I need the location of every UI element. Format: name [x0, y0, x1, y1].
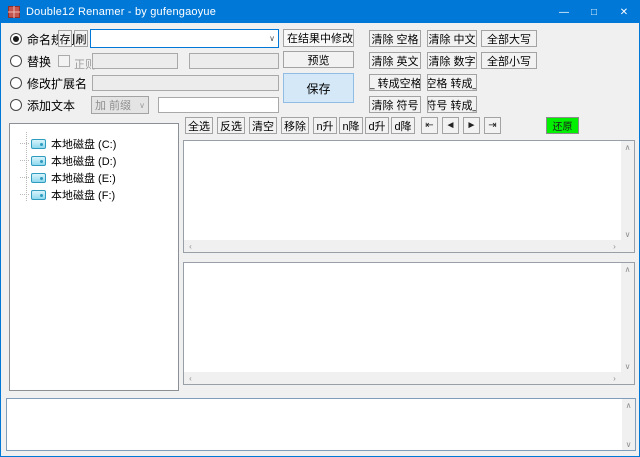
remove-item-button[interactable]: 移除	[281, 117, 309, 134]
chevron-down-icon: ∨	[353, 34, 354, 43]
result-list[interactable]: ∧ ∨ ‹ ›	[183, 262, 635, 385]
minimize-button[interactable]: —	[549, 1, 579, 23]
extension-input[interactable]	[92, 75, 279, 91]
maximize-button[interactable]: □	[579, 1, 609, 23]
replace-find-input[interactable]	[92, 53, 178, 69]
scroll-up-icon[interactable]: ∧	[622, 399, 635, 411]
uppercase-all-button[interactable]: 全部大写	[481, 30, 537, 47]
clear-spaces-button[interactable]: 清除 空格	[369, 30, 421, 47]
addtext-mode-value: 加 前缀	[95, 100, 132, 112]
radio-add-text-label: 添加文本	[27, 98, 76, 113]
sort-name-desc-button[interactable]: n降	[339, 117, 363, 134]
chevron-down-icon: ∨	[269, 34, 275, 43]
tree-item-label: 本地磁盘 (D:)	[51, 155, 117, 168]
scroll-down-icon[interactable]: ∨	[621, 228, 634, 240]
scroll-left-icon[interactable]: ‹	[184, 240, 197, 252]
log-area[interactable]: ∧ ∨	[6, 398, 636, 451]
symbol-to-underscore-button[interactable]: 符号 转成_	[427, 96, 477, 113]
chevron-down-icon: ∨	[139, 100, 145, 110]
sort-name-asc-button[interactable]: n升	[313, 117, 337, 134]
sort-date-desc-button[interactable]: d降	[391, 117, 415, 134]
radio-change-extension-label: 修改扩展名	[27, 76, 88, 91]
scrollbar-corner	[621, 372, 634, 384]
drive-icon	[31, 138, 46, 149]
space-to-underscore-button[interactable]: 空格 转成_	[427, 74, 477, 91]
clear-chinese-button[interactable]: 清除 中文	[427, 30, 477, 47]
tree-item-drive-c[interactable]: 本地磁盘 (C:)	[10, 135, 178, 152]
file-list[interactable]: ∧ ∨ ‹ ›	[183, 140, 635, 253]
move-right-icon[interactable]: ►	[463, 117, 480, 134]
app-window: Double12 Renamer - by gufengaoyue — □ ✕ …	[0, 0, 640, 457]
clear-symbols-button[interactable]: 清除 符号	[369, 96, 421, 113]
scroll-up-icon[interactable]: ∧	[621, 141, 634, 153]
drive-icon	[31, 189, 46, 200]
tree-item-drive-e[interactable]: 本地磁盘 (E:)	[10, 169, 178, 186]
window-title: Double12 Renamer - by gufengaoyue	[26, 6, 217, 18]
replace-with-input[interactable]	[189, 53, 279, 69]
clear-digits-button[interactable]: 清除 数字	[427, 52, 477, 69]
preview-button[interactable]: 预览	[283, 51, 354, 68]
tree-item-drive-f[interactable]: 本地磁盘 (F:)	[10, 186, 178, 203]
save-button[interactable]: 保存	[283, 73, 354, 103]
move-first-icon[interactable]: ⇤	[421, 117, 438, 134]
tree-stub-line	[20, 143, 29, 144]
result-list-hscrollbar[interactable]: ‹ ›	[184, 372, 621, 384]
refresh-rule-button[interactable]: 刷	[74, 30, 88, 47]
select-all-button[interactable]: 全选	[185, 117, 213, 134]
radio-add-text[interactable]: 添加文本	[10, 97, 75, 113]
scrollbar-corner	[621, 240, 634, 252]
modify-scope-combobox[interactable]: 在结果中修改 ∨	[283, 29, 354, 47]
tree-stub-line	[20, 194, 29, 195]
close-button[interactable]: ✕	[609, 1, 639, 23]
scroll-right-icon[interactable]: ›	[608, 372, 621, 384]
addtext-mode-combobox[interactable]: 加 前缀 ∨	[91, 96, 149, 114]
sort-date-asc-button[interactable]: d升	[365, 117, 389, 134]
addtext-input[interactable]	[158, 97, 279, 113]
restore-button[interactable]: 还原	[546, 117, 579, 134]
invert-selection-button[interactable]: 反选	[217, 117, 245, 134]
file-list-vscrollbar[interactable]: ∧ ∨	[621, 141, 634, 240]
tree-item-label: 本地磁盘 (F:)	[51, 189, 116, 202]
clear-list-button[interactable]: 清空	[249, 117, 277, 134]
regex-checkbox[interactable]	[58, 55, 70, 67]
tree-item-drive-d[interactable]: 本地磁盘 (D:)	[10, 152, 178, 169]
drive-icon	[31, 172, 46, 183]
app-icon	[8, 6, 20, 18]
clear-english-button[interactable]: 清除 英文	[369, 52, 421, 69]
move-last-icon[interactable]: ⇥	[484, 117, 501, 134]
underscore-to-space-button[interactable]: _ 转成空格	[369, 74, 421, 91]
radio-replace[interactable]: 替换	[10, 53, 51, 69]
log-vscrollbar[interactable]: ∧ ∨	[622, 399, 635, 450]
tree-stub-line	[20, 177, 29, 178]
scroll-up-icon[interactable]: ∧	[621, 263, 634, 275]
radio-icon	[10, 33, 22, 45]
scroll-down-icon[interactable]: ∨	[621, 360, 634, 372]
radio-replace-label: 替换	[27, 54, 52, 69]
scroll-down-icon[interactable]: ∨	[622, 438, 635, 450]
caption-buttons: — □ ✕	[549, 1, 639, 23]
drive-icon	[31, 155, 46, 166]
title-bar: Double12 Renamer - by gufengaoyue — □ ✕	[1, 1, 639, 23]
modify-scope-value: 在结果中修改	[287, 33, 353, 45]
scroll-left-icon[interactable]: ‹	[184, 372, 197, 384]
result-list-vscrollbar[interactable]: ∧ ∨	[621, 263, 634, 372]
rule-combobox[interactable]: ∨	[90, 29, 279, 48]
lowercase-all-button[interactable]: 全部小写	[481, 52, 537, 69]
store-rule-button[interactable]: 存	[58, 30, 72, 47]
scroll-right-icon[interactable]: ›	[608, 240, 621, 252]
radio-icon	[10, 55, 22, 67]
radio-icon	[10, 77, 22, 89]
tree-item-label: 本地磁盘 (C:)	[51, 138, 117, 151]
tree-stub-line	[20, 160, 29, 161]
move-left-icon[interactable]: ◄	[442, 117, 459, 134]
radio-change-extension[interactable]: 修改扩展名	[10, 75, 87, 91]
file-list-hscrollbar[interactable]: ‹ ›	[184, 240, 621, 252]
drive-tree[interactable]: 本地磁盘 (C:) 本地磁盘 (D:) 本地磁盘 (E:) 本地磁盘 (F:)	[9, 123, 179, 391]
radio-icon	[10, 99, 22, 111]
tree-item-label: 本地磁盘 (E:)	[51, 172, 116, 185]
